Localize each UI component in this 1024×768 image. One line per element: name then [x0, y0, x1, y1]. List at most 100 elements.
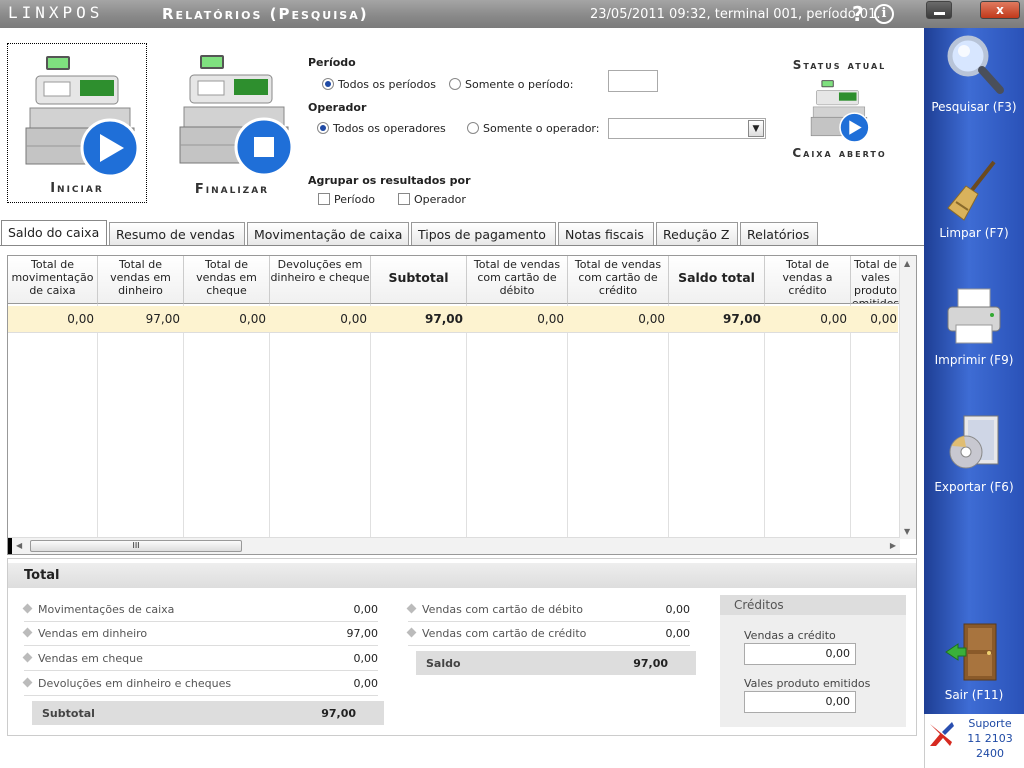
session-status: 23/05/2011 09:32, terminal 001, período …: [590, 7, 881, 22]
column-header[interactable]: Total de vales produto emitidos: [851, 256, 901, 304]
column-header[interactable]: Total de vendas em dinheiro: [98, 256, 184, 304]
group-by-operator-checkbox[interactable]: Operador: [398, 193, 466, 206]
total-row: Devoluções em dinheiro e cheques 0,00: [22, 677, 378, 696]
door-exit-icon: [945, 623, 997, 681]
vouchers-issued-field[interactable]: 0,00: [744, 691, 856, 713]
clear-button-label: Limpar (F7): [939, 226, 1009, 240]
radio-specific-period[interactable]: Somente o período:: [449, 78, 573, 91]
period-label: Período: [308, 56, 356, 69]
search-button[interactable]: Pesquisar (F3): [924, 32, 1024, 114]
bullet-icon: [22, 652, 33, 663]
clear-button[interactable]: Limpar (F7): [924, 158, 1024, 240]
linx-logo-icon: [930, 722, 954, 746]
vouchers-issued-label: Vales produto emitidos: [744, 677, 871, 690]
radio-icon[interactable]: [322, 78, 334, 90]
finish-button[interactable]: Finalizar: [162, 43, 302, 203]
title-bar: LINXPOS Relatórios (Pesquisa) 23/05/2011…: [0, 0, 1024, 28]
total-row: Vendas em cheque 0,00: [22, 652, 378, 671]
broom-icon: [947, 160, 996, 221]
operator-select[interactable]: ▼: [608, 118, 766, 139]
checkbox-icon[interactable]: [318, 193, 330, 205]
cash-register-open-icon: [810, 80, 870, 142]
credits-panel: Créditos Vendas a crédito 0,00 Vales pro…: [720, 595, 906, 727]
totals-panel: Total Movimentações de caixa 0,00 Vendas …: [7, 558, 917, 736]
export-button[interactable]: Exportar (F6): [924, 412, 1024, 494]
tab-saldo-do-caixa[interactable]: Saldo do caixa: [1, 220, 107, 245]
scroll-down-icon[interactable]: ▼: [904, 527, 910, 536]
scroll-left-icon[interactable]: ◀: [16, 541, 22, 550]
column-header[interactable]: Total de movimentação de caixa: [8, 256, 98, 304]
scroll-right-icon[interactable]: ▶: [890, 541, 896, 550]
cash-register-stop-icon: [179, 55, 294, 175]
column-header[interactable]: Total de vendas com cartão de crédito: [568, 256, 669, 304]
tab-relatorios[interactable]: Relatórios: [740, 222, 818, 245]
column-header[interactable]: Devoluções em dinheiro e cheque: [270, 256, 371, 304]
radio-icon[interactable]: [317, 122, 329, 134]
table-cell: 0,00: [820, 312, 847, 326]
column-header[interactable]: Subtotal: [371, 256, 467, 304]
info-icon[interactable]: i: [874, 4, 894, 24]
bullet-icon: [406, 627, 417, 638]
radio-all-operators[interactable]: Todos os operadores: [317, 122, 446, 135]
exit-button[interactable]: Sair (F11): [924, 620, 1024, 702]
column-header[interactable]: Saldo total: [669, 256, 765, 304]
window-title: Relatórios (Pesquisa): [162, 5, 369, 23]
start-button[interactable]: Iniciar: [7, 43, 147, 203]
table-cell: 0,00: [239, 312, 266, 326]
bullet-icon: [22, 603, 33, 614]
column-header[interactable]: Total de vendas com cartão de débito: [467, 256, 568, 304]
bullet-icon: [22, 627, 33, 638]
radio-icon[interactable]: [467, 122, 479, 134]
export-button-label: Exportar (F6): [934, 480, 1014, 494]
column-header[interactable]: Total de vendas em cheque: [184, 256, 270, 304]
credits-title: Créditos: [720, 595, 906, 615]
group-by-period-checkbox[interactable]: Período: [318, 193, 375, 206]
tab-tipos-de-pagamento[interactable]: Tipos de pagamento: [411, 222, 556, 245]
tab-divider: [0, 245, 924, 246]
vertical-scrollbar[interactable]: ▲ ▼: [899, 256, 916, 539]
bullet-icon: [22, 677, 33, 688]
tab-reducao-z[interactable]: Redução Z: [656, 222, 738, 245]
table-cell: 0,00: [67, 312, 94, 326]
total-row: Movimentações de caixa 0,00: [22, 603, 378, 622]
credit-sales-field[interactable]: 0,00: [744, 643, 856, 665]
tab-movimentacao-de-caixa[interactable]: Movimentação de caixa: [247, 222, 409, 245]
magnifier-icon: [947, 35, 1004, 94]
bullet-icon: [406, 603, 417, 614]
column-header[interactable]: Total de vendas a crédito: [765, 256, 851, 304]
close-button[interactable]: x: [980, 1, 1020, 19]
total-row: Vendas com cartão de crédito 0,00: [406, 627, 690, 646]
action-sidebar: Pesquisar (F3) Limpar (F7) Imprimir (F9)…: [924, 28, 1024, 768]
credit-sales-label: Vendas a crédito: [744, 629, 836, 642]
cash-register-play-icon: [25, 56, 140, 176]
help-icon[interactable]: ?: [852, 2, 864, 26]
horizontal-scrollbar[interactable]: ◀ III ▶: [8, 537, 900, 554]
current-status-title: Status atual: [792, 58, 887, 72]
radio-specific-operator[interactable]: Somente o operador:: [467, 122, 599, 135]
finish-button-label: Finalizar: [194, 182, 270, 197]
exit-button-label: Sair (F11): [944, 688, 1004, 702]
total-row: Vendas em dinheiro 97,00: [22, 627, 378, 646]
current-status: Status atual Caixa aberto: [772, 58, 907, 160]
checkbox-icon[interactable]: [398, 193, 410, 205]
balance-row: Saldo 97,00: [416, 651, 696, 675]
tab-resumo-de-vendas[interactable]: Resumo de vendas: [109, 222, 245, 245]
scroll-thumb[interactable]: III: [30, 540, 242, 552]
radio-all-periods[interactable]: Todos os períodos: [322, 78, 436, 91]
group-by-label: Agrupar os resultados por: [308, 174, 471, 187]
export-disc-icon: [949, 415, 999, 469]
table-cell: 97,00: [145, 312, 180, 326]
period-input[interactable]: [608, 70, 658, 92]
table-cell: 97,00: [425, 312, 463, 326]
tab-notas-fiscais[interactable]: Notas fiscais: [558, 222, 654, 245]
support-label: Suporte: [968, 717, 1012, 730]
radio-icon[interactable]: [449, 78, 461, 90]
print-button[interactable]: Imprimir (F9): [924, 285, 1024, 367]
minimize-button[interactable]: [926, 1, 952, 19]
subtotal-row: Subtotal 97,00: [32, 701, 384, 725]
scroll-up-icon[interactable]: ▲: [904, 259, 910, 268]
results-grid[interactable]: Total de movimentação de caixa Total de …: [7, 255, 917, 555]
table-cell: 0,00: [537, 312, 564, 326]
dropdown-arrow-icon[interactable]: ▼: [748, 120, 764, 137]
table-cell: 0,00: [638, 312, 665, 326]
